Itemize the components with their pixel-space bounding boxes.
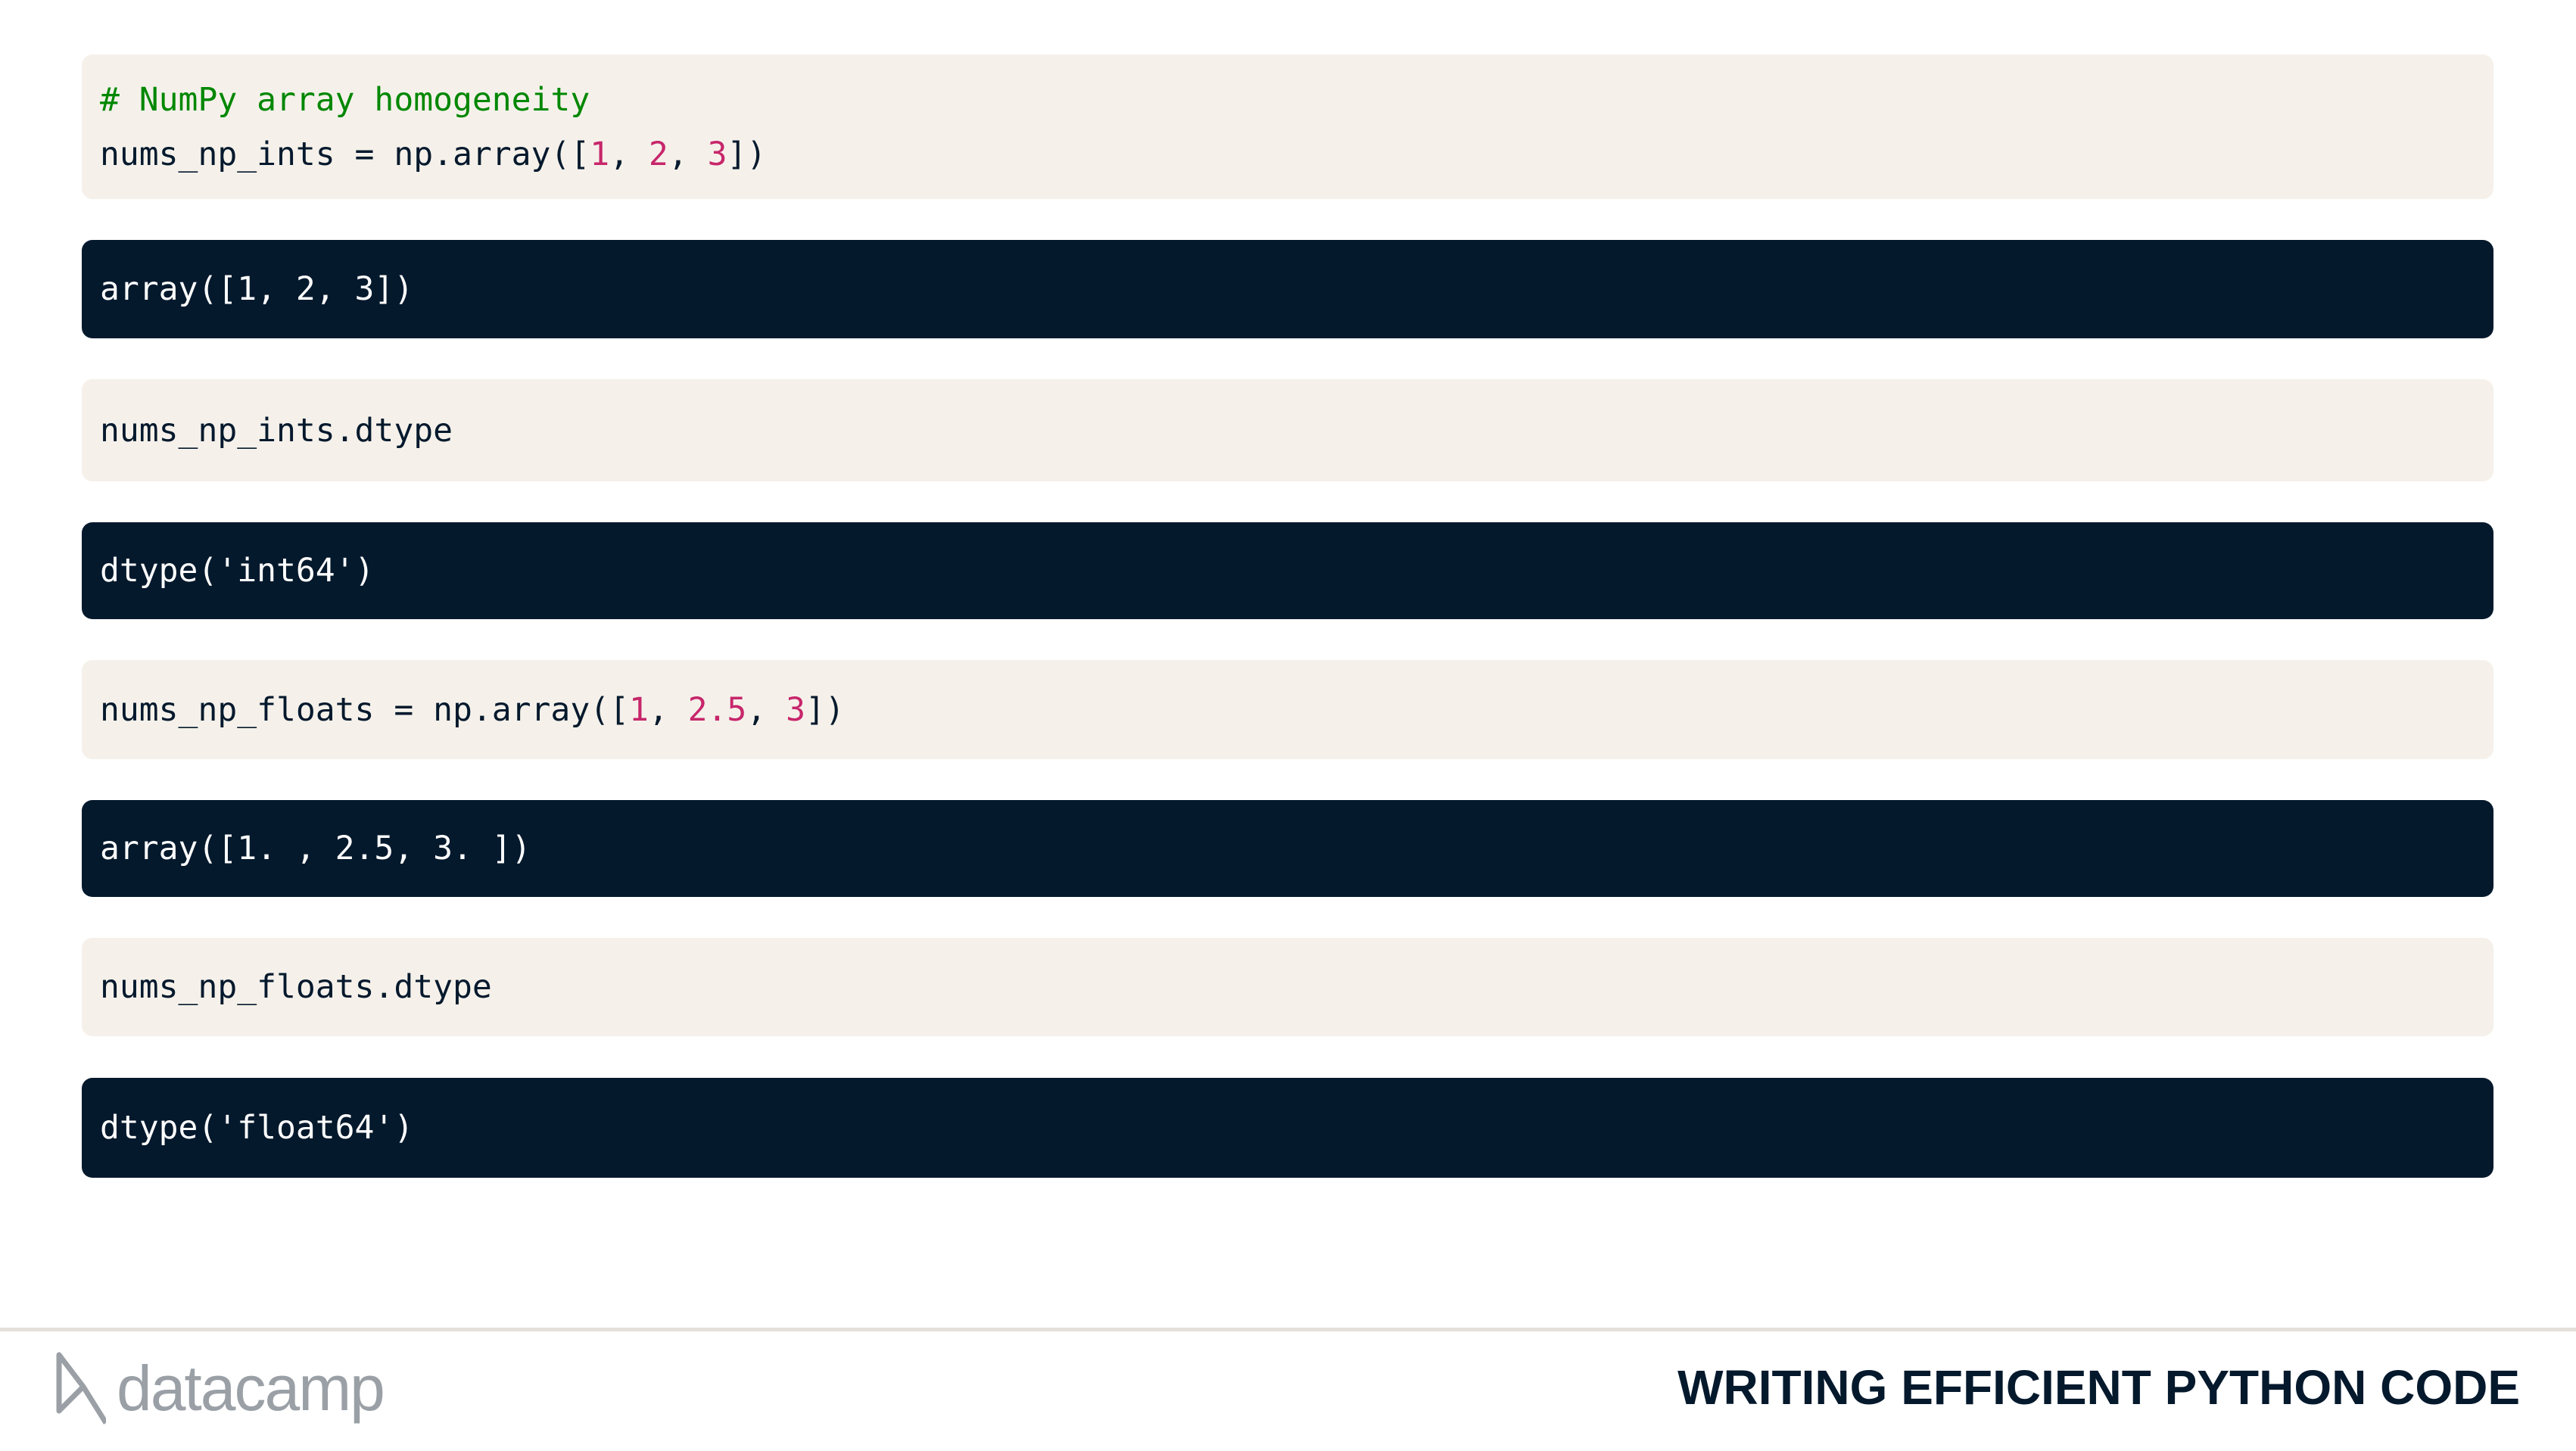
code-output-cell: dtype('float64') xyxy=(82,1078,2493,1178)
code-text: ]) xyxy=(805,690,845,729)
code-line: array([1, 2, 3]) xyxy=(100,262,2493,316)
code-input-cell: nums_np_floats = np.array([1, 2.5, 3]) xyxy=(82,660,2493,759)
code-text: ]) xyxy=(727,135,767,173)
datacamp-logo: datacamp xyxy=(53,1349,385,1428)
code-input-cell: # NumPy array homogeneity nums_np_ints = … xyxy=(82,54,2493,199)
number-literal: 3 xyxy=(707,135,727,173)
number-literal: 2.5 xyxy=(687,690,747,729)
code-output-cell: array([1, 2, 3]) xyxy=(82,240,2493,338)
code-line: nums_np_ints = np.array([1, 2, 3]) xyxy=(100,127,2493,182)
logo-text: datacamp xyxy=(117,1352,385,1424)
code-text: dtype('int64') xyxy=(100,552,375,590)
code-text: array([1. , 2.5, 3. ]) xyxy=(100,830,531,867)
code-input-cell: nums_np_ints.dtype xyxy=(82,379,2493,481)
number-literal: 1 xyxy=(590,135,610,173)
code-text: dtype('float64') xyxy=(100,1109,414,1147)
code-text: , xyxy=(746,690,787,729)
number-literal: 1 xyxy=(628,690,649,729)
code-output-cell: dtype('int64') xyxy=(82,522,2493,619)
code-line: nums_np_floats = np.array([1, 2.5, 3]) xyxy=(100,683,2493,737)
course-title: WRITING EFFICIENT PYTHON CODE xyxy=(1677,1360,2520,1415)
footer-divider xyxy=(0,1328,2576,1331)
code-input-cell: nums_np_floats.dtype xyxy=(82,938,2493,1036)
code-output-cell: array([1. , 2.5, 3. ]) xyxy=(82,800,2493,897)
code-line: nums_np_ints.dtype xyxy=(100,403,2493,458)
code-line: array([1. , 2.5, 3. ]) xyxy=(100,821,2493,876)
number-literal: 3 xyxy=(786,690,805,729)
code-text: , xyxy=(609,135,649,173)
code-line: nums_np_floats.dtype xyxy=(100,960,2493,1014)
code-text: nums_np_ints = np.array([ xyxy=(100,135,590,173)
code-comment: # NumPy array homogeneity xyxy=(100,80,590,119)
code-line: dtype('float64') xyxy=(100,1101,2493,1155)
code-line: dtype('int64') xyxy=(100,543,2493,598)
code-text: nums_np_floats.dtype xyxy=(100,968,492,1006)
code-line: # NumPy array homogeneity xyxy=(100,73,2493,127)
code-text: nums_np_floats = np.array([ xyxy=(100,690,629,729)
code-text: , xyxy=(648,690,688,729)
code-text: , xyxy=(668,135,708,173)
number-literal: 2 xyxy=(648,135,668,173)
datacamp-logo-icon xyxy=(56,1352,106,1425)
code-text: nums_np_ints.dtype xyxy=(100,411,453,450)
code-text: array([1, 2, 3]) xyxy=(100,270,414,308)
